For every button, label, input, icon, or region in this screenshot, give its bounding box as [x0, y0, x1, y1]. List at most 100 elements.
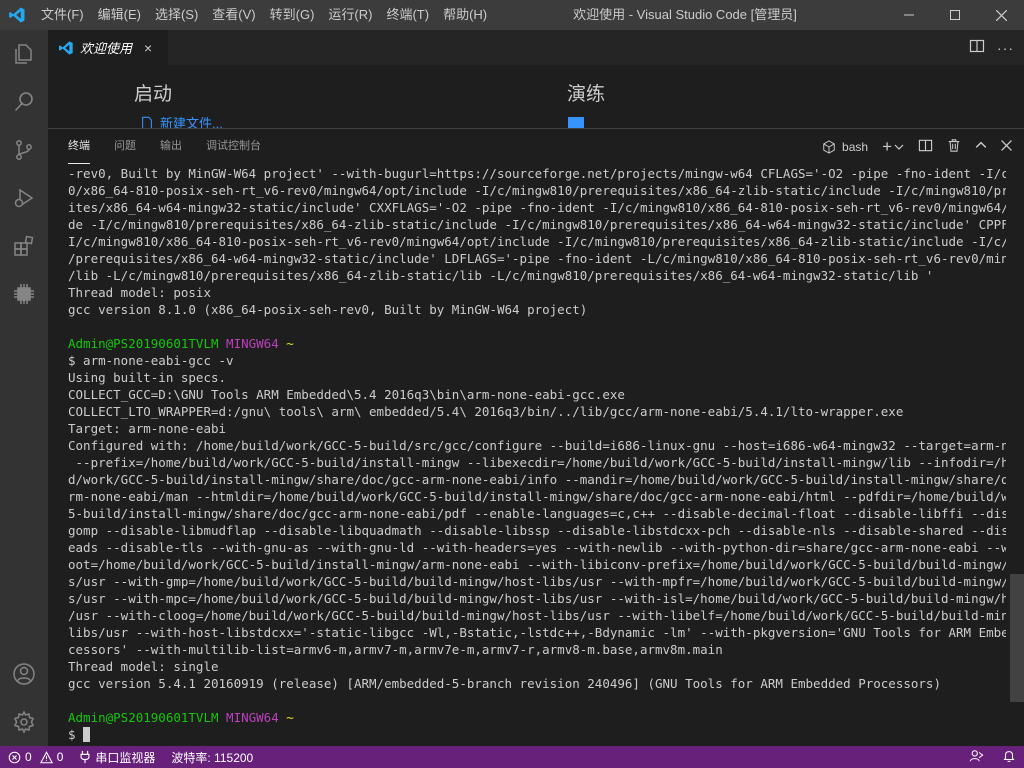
terminal-line: COLLECT_GCC=D:\GNU Tools ARM Embedded\5.…: [68, 386, 1006, 403]
menu-run[interactable]: 运行(R): [321, 0, 379, 30]
terminal-name: bash: [842, 139, 869, 154]
menu-file[interactable]: 文件(F): [34, 0, 91, 30]
split-editor-icon[interactable]: [969, 38, 985, 57]
terminal-line: -rev0, Built by MinGW-W64 project' --wit…: [68, 165, 1006, 182]
more-actions-icon[interactable]: ···: [997, 40, 1014, 56]
walkthrough-heading: 演练: [567, 84, 606, 105]
terminal-line: eads --disable-tls --with-gnu-as --with-…: [68, 539, 1006, 556]
close-window-button[interactable]: [978, 0, 1024, 30]
minimize-button[interactable]: [886, 0, 932, 30]
terminal-output[interactable]: -rev0, Built by MinGW-W64 project' --wit…: [68, 165, 1006, 745]
terminal-line: --prefix=/home/build/work/GCC-5-build/in…: [68, 454, 1006, 471]
terminal-line-text: /usr --with-cloog=/home/build/work/GCC-5…: [68, 608, 1006, 623]
extensions-icon[interactable]: [0, 222, 48, 270]
tab-problems[interactable]: 问题: [114, 129, 136, 164]
terminal-line-text: COLLECT_LTO_WRAPPER=d:/gnu\ tools\ arm\ …: [68, 404, 904, 419]
terminal-line-text: ites/x86_64-w64-mingw32-static/include' …: [68, 200, 1006, 215]
platformio-icon[interactable]: [0, 270, 48, 318]
terminal-line: libs/usr --with-host-libstdcxx='-static-…: [68, 624, 1006, 641]
terminal-line-text: rm-none-eabi/man --htmldir=/home/build/w…: [68, 489, 1006, 504]
terminal-line: gcc version 8.1.0 (x86_64-posix-seh-rev0…: [68, 301, 1006, 318]
plug-icon: [80, 750, 90, 764]
terminal-selector[interactable]: bash: [822, 140, 868, 154]
terminal-line: Thread model: single: [68, 658, 1006, 675]
terminal-line: Admin@PS20190601TVLM MINGW64 ~: [68, 335, 1006, 352]
prompt-env: MINGW64: [226, 710, 279, 725]
terminal-line: gcc version 5.4.1 20160919 (release) [AR…: [68, 675, 1006, 692]
status-bar: 0 0 串口监视器 波特率: 115200: [0, 746, 1024, 768]
terminal-line-text: $ arm-none-eabi-gcc -v: [68, 353, 234, 368]
tab-terminal[interactable]: 终端: [68, 129, 90, 164]
tab-debug-console[interactable]: 调试控制台: [206, 129, 261, 164]
terminal-line: Configured with: /home/build/work/GCC-5-…: [68, 437, 1006, 454]
terminal-line-text: s/usr --with-gmp=/home/build/work/GCC-5-…: [68, 574, 1006, 589]
menu-terminal[interactable]: 终端(T): [379, 0, 436, 30]
terminal-line: Target: arm-none-eabi: [68, 420, 1006, 437]
menu-edit[interactable]: 编辑(E): [91, 0, 148, 30]
settings-gear-icon[interactable]: [0, 698, 48, 746]
terminal-line: s/usr --with-mpc=/home/build/work/GCC-5-…: [68, 590, 1006, 607]
close-icon: [995, 9, 1007, 21]
split-terminal-icon[interactable]: [918, 138, 933, 156]
terminal-line: /usr --with-cloog=/home/build/work/GCC-5…: [68, 607, 1006, 624]
new-terminal-button[interactable]: +: [882, 137, 904, 157]
terminal-line-text: Target: arm-none-eabi: [68, 421, 227, 436]
terminal-line-text: eads --disable-tls --with-gnu-as --with-…: [68, 540, 1006, 555]
terminal-line-text: de -I/c/mingw810/prerequisites/x86_64-zl…: [68, 217, 1006, 232]
menu-selection[interactable]: 选择(S): [148, 0, 205, 30]
prompt-env: MINGW64: [226, 336, 279, 351]
panel-actions: bash +: [822, 129, 1012, 164]
explorer-icon[interactable]: [0, 30, 48, 78]
baud-rate-indicator[interactable]: 波特率: 115200: [163, 746, 261, 768]
terminal-line-text: s/usr --with-mpc=/home/build/work/GCC-5-…: [68, 591, 1006, 606]
terminal-line-text: d/work/GCC-5-build/install-mingw/share/d…: [68, 472, 1006, 487]
source-control-icon[interactable]: [0, 126, 48, 174]
terminal-line: 0/x86_64-810-posix-seh-rt_v6-rev0/mingw6…: [68, 182, 1006, 199]
menu-help[interactable]: 帮助(H): [436, 0, 494, 30]
close-panel-icon[interactable]: [1001, 139, 1012, 154]
live-share-icon[interactable]: [969, 749, 984, 766]
new-file-link[interactable]: 新建文件...: [142, 113, 223, 128]
terminal-line: I/c/mingw810/x86_64-810-posix-seh-rt_v6-…: [68, 233, 1006, 250]
terminal-line-text: --prefix=/home/build/work/GCC-5-build/in…: [68, 455, 1006, 470]
terminal-line-text: /lib -L/c/mingw810/prerequisites/x86_64-…: [68, 268, 934, 283]
terminal-line: d/work/GCC-5-build/install-mingw/share/d…: [68, 471, 1006, 488]
tab-label: 欢迎使用: [80, 41, 133, 56]
terminal-line: Using built-in specs.: [68, 369, 1006, 386]
error-count: 0: [25, 750, 32, 764]
run-debug-icon[interactable]: [0, 174, 48, 222]
tab-output[interactable]: 输出: [160, 129, 182, 164]
menu-view[interactable]: 查看(V): [205, 0, 262, 30]
activity-bar: [0, 30, 48, 746]
terminal-line: $: [68, 726, 1006, 743]
terminal-line: cessors' --with-multilib-list=armv6-m,ar…: [68, 641, 1006, 658]
tab-close-button[interactable]: ×: [144, 40, 152, 56]
terminal-shell-icon: [823, 139, 835, 154]
terminal-scrollbar-thumb[interactable]: [1010, 574, 1024, 702]
terminal-line: /prerequisites/x86_64-w64-mingw32-static…: [68, 250, 1006, 267]
vscode-file-icon: [59, 40, 73, 55]
serial-monitor-button[interactable]: 串口监视器: [71, 746, 163, 768]
terminal-line-text: oot=/home/build/work/GCC-5-build/install…: [68, 557, 1006, 572]
add-icon: +: [882, 136, 892, 156]
maximize-panel-icon[interactable]: [975, 139, 987, 154]
terminal-line: Thread model: posix: [68, 284, 1006, 301]
terminal-line: COLLECT_LTO_WRAPPER=d:/gnu\ tools\ arm\ …: [68, 403, 1006, 420]
prompt-user: Admin@PS20190601TVLM: [68, 336, 219, 351]
tab-welcome[interactable]: 欢迎使用 ×: [48, 30, 168, 65]
start-heading: 启动: [134, 84, 173, 105]
search-icon[interactable]: [0, 78, 48, 126]
chevron-down-icon: [894, 144, 904, 150]
maximize-button[interactable]: [932, 0, 978, 30]
warning-count: 0: [56, 750, 64, 764]
trash-icon[interactable]: [947, 138, 961, 156]
account-icon[interactable]: [0, 650, 48, 698]
serial-monitor-label: 串口监视器: [95, 750, 156, 765]
notifications-bell-icon[interactable]: [1002, 749, 1016, 766]
menu-go[interactable]: 转到(G): [263, 0, 322, 30]
problems-indicator[interactable]: 0 0: [0, 746, 71, 768]
terminal-line: oot=/home/build/work/GCC-5-build/install…: [68, 556, 1006, 573]
window-title: 欢迎使用 - Visual Studio Code [管理员]: [573, 7, 797, 22]
terminal-line-text: cessors' --with-multilib-list=armv6-m,ar…: [68, 642, 723, 657]
